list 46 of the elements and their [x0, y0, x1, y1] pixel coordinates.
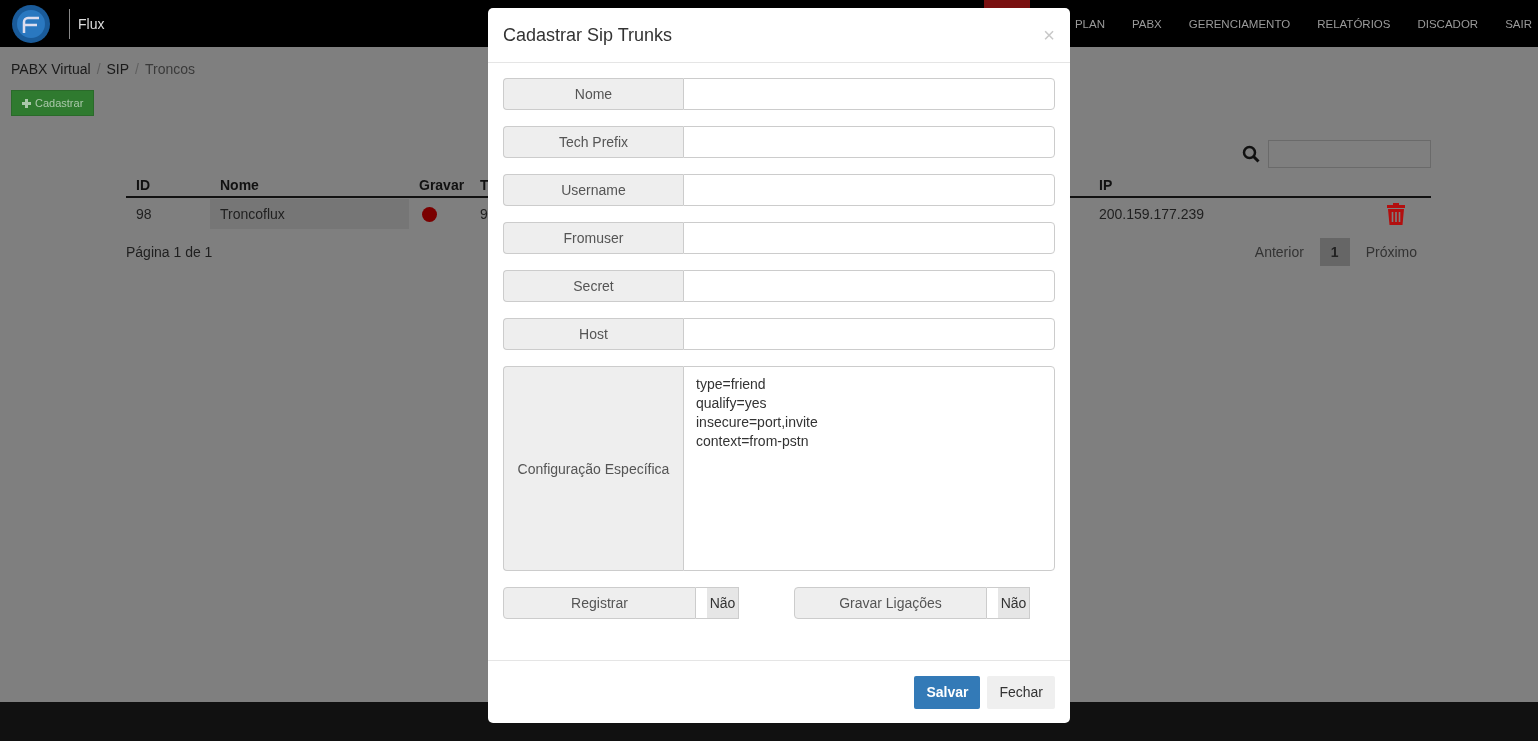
breadcrumb-link[interactable]: SIP: [106, 61, 130, 77]
app-name: Flux: [78, 15, 105, 32]
breadcrumb-link[interactable]: PABX Virtual: [11, 61, 91, 77]
nav-link[interactable]: DISCADOR: [1417, 17, 1479, 30]
table-cell: Troncoflux: [210, 199, 409, 229]
field-label: Fromuser: [503, 222, 683, 254]
dialog-title: Cadastrar Sip Trunks: [503, 24, 673, 46]
field-label: Configuração Específica: [503, 366, 683, 571]
table-cell: 98: [136, 206, 152, 222]
input-field[interactable]: [683, 318, 1055, 350]
breadcrumb-separator: /: [96, 61, 101, 77]
toggle-label: Registrar: [503, 587, 696, 619]
toggle-label: Gravar Ligações: [794, 587, 987, 619]
table-cell: 9: [480, 206, 488, 222]
field-label: Secret: [503, 270, 683, 302]
input-field[interactable]: [683, 270, 1055, 302]
nav-link[interactable]: PABX: [1131, 17, 1162, 30]
nav-link[interactable]: GERENCIAMENTO: [1188, 17, 1291, 30]
nav-link[interactable]: SAIR: [1505, 17, 1532, 30]
table-cell: 200.159.177.239: [1099, 206, 1205, 222]
nav-link[interactable]: RELATÓRIOS: [1317, 17, 1391, 30]
trash-icon[interactable]: [1386, 202, 1406, 226]
field-label: Nome: [503, 78, 683, 110]
column-header: T: [480, 177, 489, 193]
field-label: Host: [503, 318, 683, 350]
input-field[interactable]: [683, 126, 1055, 158]
config-textarea[interactable]: type=friend qualify=yes insecure=port,invite context=from-pstn: [683, 366, 1055, 571]
input-field[interactable]: [683, 78, 1055, 110]
column-header: ID: [136, 177, 150, 193]
search-icon: [1242, 145, 1260, 163]
plus-icon: [22, 98, 31, 108]
column-header: IP: [1099, 177, 1113, 193]
input-field[interactable]: [683, 222, 1055, 254]
breadcrumb-separator: /: [135, 61, 139, 77]
field-label: Tech Prefix: [503, 126, 683, 158]
input-field[interactable]: [683, 174, 1055, 206]
page-info: Página 1 de 1: [126, 244, 213, 260]
save-button[interactable]: Salvar: [914, 675, 981, 709]
column-header: Gravar: [419, 177, 465, 193]
column-header: Nome: [220, 177, 259, 193]
logo-icon: [12, 4, 50, 43]
field-label: Username: [503, 174, 683, 206]
nav-link[interactable]: PLAN: [1074, 17, 1105, 30]
close-button[interactable]: Fechar: [987, 675, 1055, 709]
toggle-switch[interactable]: Não: [987, 587, 1030, 619]
toggle-switch[interactable]: Não: [696, 587, 739, 619]
